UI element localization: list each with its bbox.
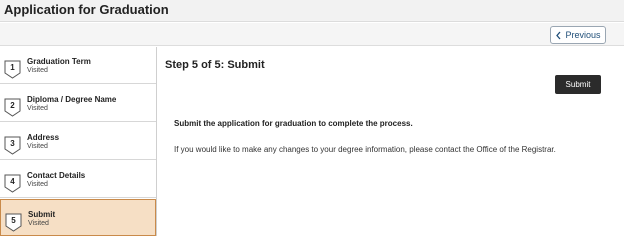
step-status: Visited — [27, 181, 48, 188]
submit-button[interactable]: Submit — [555, 75, 601, 94]
step-status: Visited — [28, 220, 49, 227]
previous-button-label: Previous — [565, 30, 601, 40]
step-item-submit[interactable]: 5 Submit Visited — [0, 199, 156, 236]
chevron-left-icon — [556, 31, 561, 39]
step-item-address[interactable]: 3 Address Visited — [0, 123, 156, 160]
step-label: Address — [27, 133, 60, 142]
step-number-badge: 4 — [4, 174, 21, 193]
step-label: Graduation Term — [27, 57, 91, 66]
step-title: Step 5 of 5: Submit — [165, 59, 265, 71]
step-number-badge: 3 — [4, 136, 21, 155]
step-navigation: 1 Graduation Term Visited 2 Diploma / De… — [0, 47, 157, 236]
step-number-badge: 2 — [4, 98, 21, 117]
step-status: Visited — [27, 105, 48, 112]
step-number: 1 — [10, 63, 15, 72]
step-item-diploma-degree-name[interactable]: 2 Diploma / Degree Name Visited — [0, 85, 156, 122]
step-number-badge: 1 — [4, 60, 21, 79]
instruction-text: Submit the application for graduation to… — [174, 119, 413, 128]
step-number: 4 — [10, 177, 15, 186]
step-label: Diploma / Degree Name — [27, 95, 117, 104]
toolbar: Previous — [0, 23, 624, 46]
step-label: Contact Details — [27, 171, 86, 180]
step-number: 5 — [11, 216, 16, 225]
step-item-contact-details[interactable]: 4 Contact Details Visited — [0, 161, 156, 198]
step-label: Submit — [28, 210, 56, 219]
step-status: Visited — [27, 143, 48, 150]
step-status: Visited — [27, 67, 48, 74]
previous-button[interactable]: Previous — [550, 26, 606, 44]
step-number-badge: 5 — [5, 213, 22, 232]
step-number: 3 — [10, 139, 15, 148]
registrar-note: If you would like to make any changes to… — [174, 145, 556, 154]
step-item-graduation-term[interactable]: 1 Graduation Term Visited — [0, 47, 156, 84]
page-header: Application for Graduation — [0, 0, 624, 22]
page-title: Application for Graduation — [4, 2, 169, 17]
main-content: Step 5 of 5: Submit Submit Submit the ap… — [158, 47, 624, 236]
step-number: 2 — [10, 101, 15, 110]
